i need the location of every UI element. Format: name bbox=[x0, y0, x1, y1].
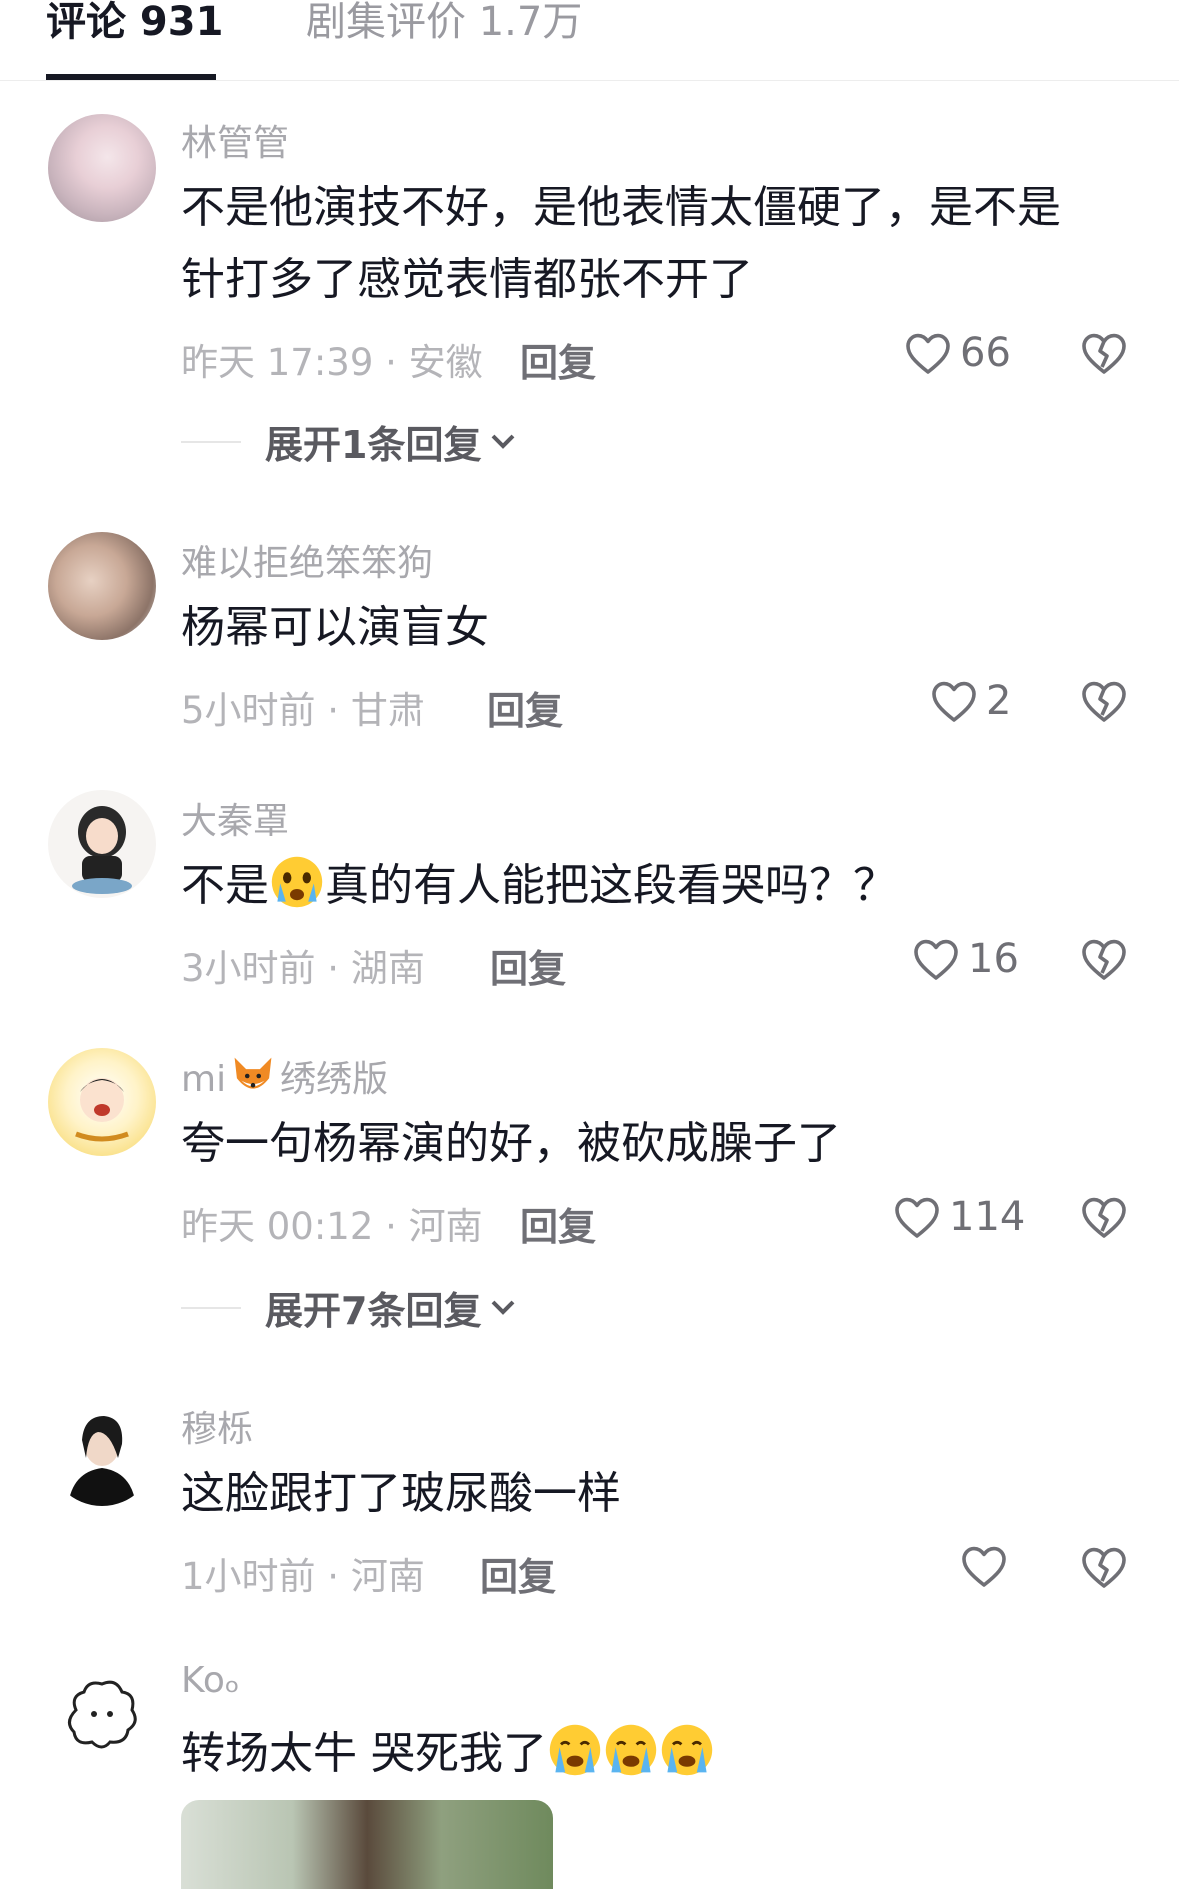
expand-replies[interactable]: 展开1条回复 bbox=[181, 414, 517, 469]
comment-username[interactable]: 林管管 bbox=[181, 114, 289, 166]
username-part: mi bbox=[181, 1059, 227, 1100]
comment-tabs: 评论 931 剧集评价 1.7万 bbox=[0, 0, 1179, 81]
like-count: 66 bbox=[960, 330, 1011, 376]
comment-meta: 昨天 00:12 · 河南 bbox=[181, 1205, 483, 1248]
divider bbox=[181, 440, 241, 443]
reply-button[interactable]: 回复 bbox=[520, 332, 596, 387]
like-count: 16 bbox=[968, 936, 1019, 982]
heart-icon bbox=[895, 1197, 939, 1238]
broken-heart-icon[interactable] bbox=[1080, 678, 1128, 724]
heart-icon bbox=[962, 1546, 1006, 1587]
crying-emoji-icon bbox=[549, 1724, 601, 1776]
reply-button[interactable]: 回复 bbox=[490, 938, 566, 993]
comment-username[interactable]: 穆栎 bbox=[181, 1400, 253, 1452]
comment-text: 针打多了感觉表情都张不开了 bbox=[181, 254, 753, 305]
fox-emoji-icon bbox=[234, 1057, 272, 1089]
comment-username[interactable]: Koₒ bbox=[181, 1660, 240, 1701]
comment-text: 转场太牛 哭死我了 bbox=[181, 1718, 1121, 1790]
chevron-down-icon bbox=[492, 434, 515, 449]
like-button[interactable]: 2 bbox=[930, 678, 1011, 724]
cartoon-face-icon bbox=[75, 1078, 129, 1142]
comment-username[interactable]: mi 绣绣版 bbox=[181, 1050, 388, 1102]
chevron-down-icon bbox=[492, 1300, 515, 1315]
comment-text-part: 真的有人能把这段看哭吗？？ bbox=[325, 860, 897, 911]
avatar[interactable] bbox=[48, 532, 156, 640]
comment-username[interactable]: 难以拒绝笨笨狗 bbox=[181, 534, 433, 586]
like-count: 114 bbox=[949, 1194, 1026, 1240]
portrait-icon bbox=[68, 1416, 136, 1506]
sheep-doodle-icon bbox=[68, 1680, 137, 1749]
tab-episode-reviews[interactable]: 剧集评价 1.7万 bbox=[306, 0, 582, 44]
comment-text: 不是他演技不好，是他表情太僵硬了，是不是 bbox=[181, 182, 1061, 233]
comment-username[interactable]: 大秦罩 bbox=[181, 792, 289, 844]
comment-text: 这脸跟打了玻尿酸一样 bbox=[181, 1468, 621, 1519]
heart-icon bbox=[906, 333, 950, 374]
heart-icon bbox=[914, 939, 958, 980]
like-button[interactable] bbox=[960, 1544, 1008, 1588]
comment-meta: 昨天 17:39 · 安徽 bbox=[181, 341, 483, 384]
reply-button[interactable]: 回复 bbox=[480, 1546, 556, 1601]
comment-text: 不是 真的有人能把这段看哭吗？？ bbox=[181, 850, 1121, 922]
expand-replies[interactable]: 展开7条回复 bbox=[181, 1280, 517, 1335]
like-button[interactable]: 114 bbox=[893, 1194, 1025, 1240]
crying-emoji-icon bbox=[271, 856, 323, 908]
comment-meta: 5小时前 · 甘肃 bbox=[181, 689, 425, 732]
broken-heart-icon[interactable] bbox=[1080, 1544, 1128, 1590]
like-button[interactable]: 66 bbox=[904, 330, 1011, 376]
expand-replies-label: 展开1条回复 bbox=[265, 423, 482, 467]
heart-icon bbox=[932, 681, 976, 722]
avatar[interactable] bbox=[48, 114, 156, 222]
cartoon-girl-icon bbox=[72, 806, 132, 894]
crying-emoji-icon bbox=[605, 1724, 657, 1776]
active-tab-indicator bbox=[46, 74, 216, 80]
reply-button[interactable]: 回复 bbox=[520, 1196, 596, 1251]
avatar[interactable] bbox=[48, 1660, 156, 1768]
comment-image-thumbnail[interactable] bbox=[181, 1800, 553, 1889]
like-count: 2 bbox=[986, 678, 1012, 724]
comment-meta: 3小时前 · 湖南 bbox=[181, 947, 425, 990]
username-part: 绣绣版 bbox=[280, 1059, 389, 1100]
expand-replies-label: 展开7条回复 bbox=[265, 1289, 482, 1333]
crying-emoji-icon bbox=[661, 1724, 713, 1776]
comment-meta: 1小时前 · 河南 bbox=[181, 1555, 425, 1598]
avatar[interactable] bbox=[48, 1048, 156, 1156]
comment-text-part: 转场太牛 哭死我了 bbox=[181, 1728, 547, 1779]
broken-heart-icon[interactable] bbox=[1080, 936, 1128, 982]
broken-heart-icon[interactable] bbox=[1080, 1194, 1128, 1240]
comment-text-part: 不是 bbox=[181, 860, 269, 911]
tab-comments[interactable]: 评论 931 bbox=[46, 0, 223, 44]
divider bbox=[181, 1306, 241, 1309]
like-button[interactable]: 16 bbox=[912, 936, 1019, 982]
comment-text: 杨幂可以演盲女 bbox=[181, 602, 489, 653]
comment-text: 夸一句杨幂演的好，被砍成臊子了 bbox=[181, 1118, 841, 1169]
reply-button[interactable]: 回复 bbox=[487, 680, 563, 735]
avatar[interactable] bbox=[48, 790, 156, 898]
broken-heart-icon[interactable] bbox=[1080, 330, 1128, 376]
avatar[interactable] bbox=[48, 1398, 156, 1506]
